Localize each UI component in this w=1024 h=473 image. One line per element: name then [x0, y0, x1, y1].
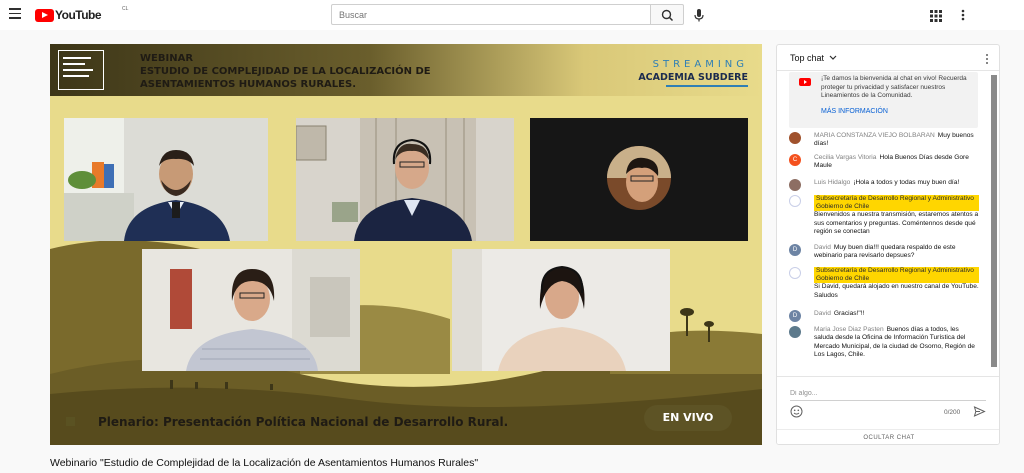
participant-tile-2: [296, 118, 514, 241]
message-text: Si David, quedará alojado en nuestro can…: [814, 283, 979, 299]
live-badge: EN VIVO: [644, 405, 732, 431]
government-logo: [58, 50, 104, 90]
message-author[interactable]: Cecilia Vargas Vitoria: [814, 154, 876, 161]
character-count: 0/200: [944, 409, 961, 416]
academia-label: ACADEMIA SUBDERE: [638, 72, 748, 83]
message-author[interactable]: David: [814, 244, 831, 251]
search-box: [331, 4, 651, 25]
avatar[interactable]: [789, 179, 801, 191]
send-button[interactable]: [973, 405, 986, 418]
more-vert-icon: [986, 54, 988, 64]
participant-tile-3: [530, 118, 748, 241]
video-background-art: [50, 44, 762, 445]
top-chat-dropdown[interactable]: Top chat: [790, 53, 837, 63]
logo-text: YouTube: [55, 8, 102, 22]
avatar[interactable]: [789, 326, 801, 338]
emoji-button[interactable]: [790, 405, 803, 418]
message-text: Muy buen dia!!! quedara respaldo de este…: [814, 244, 956, 260]
avatar[interactable]: [789, 267, 801, 279]
apps-button[interactable]: [930, 9, 942, 22]
academia-underline: [666, 85, 748, 87]
avatar[interactable]: D: [789, 244, 801, 256]
microphone-icon: [694, 9, 704, 22]
message-author[interactable]: Maria Jose Diaz Pasten: [814, 326, 884, 333]
top-chat-label: Top chat: [790, 53, 825, 63]
top-bar: YouTube CL: [0, 0, 1024, 30]
chat-message-highlighted: Subsecretaría de Desarrollo Regional y A…: [789, 267, 979, 300]
webinar-title-line2: ASENTAMIENTOS HUMANOS RURALES.: [140, 79, 357, 90]
chat-message-highlighted: Subsecretaría de Desarrollo Regional y A…: [789, 195, 979, 237]
message-author-highlighted[interactable]: Subsecretaría de Desarrollo Regional y A…: [814, 195, 979, 211]
welcome-text: ¡Te damos la bienvenida al chat en vivo!…: [821, 75, 967, 99]
chat-scrollbar[interactable]: [991, 75, 997, 367]
message-text: ¡Hola a todos y todas muy buen día!: [853, 179, 960, 186]
message-author-highlighted[interactable]: Subsecretaría de Desarrollo Regional y A…: [814, 267, 979, 283]
streaming-label: STREAMING: [652, 59, 748, 70]
more-options-button[interactable]: [958, 8, 968, 22]
video-title: Webinario "Estudio de Complejidad de la …: [50, 457, 479, 469]
microphone-button[interactable]: [690, 6, 708, 24]
message-text: Gracias!"!!: [833, 310, 865, 317]
video-player[interactable]: WEBINAR ESTUDIO DE COMPLEJIDAD DE LA LOC…: [50, 44, 762, 445]
participant-tile-5: [452, 249, 670, 371]
youtube-icon: [799, 78, 811, 86]
more-vert-icon: [961, 9, 965, 21]
message-author[interactable]: David: [814, 310, 831, 317]
message-author[interactable]: MARIA CONSTANZA VIEJO BOLBARAN: [814, 132, 935, 139]
chat-message: MARIA CONSTANZA VIEJO BOLBARAN Muy buenos…: [789, 132, 979, 149]
search-button[interactable]: [650, 4, 684, 25]
chat-message: Maria Jose Diaz Pasten Buenos días a todo…: [789, 326, 979, 360]
avatar[interactable]: [789, 195, 801, 207]
more-info-link[interactable]: MÁS INFORMACIÓN: [821, 108, 888, 115]
participant-tile-4: [142, 249, 360, 371]
emoji-icon: [790, 405, 803, 418]
chat-message: D David Muy buen dia!!! quedara respaldo …: [789, 244, 979, 261]
chat-message: D David Gracias!"!!: [789, 310, 979, 322]
youtube-play-icon: [35, 8, 54, 22]
send-icon: [973, 406, 986, 417]
webinar-title-line1: ESTUDIO DE COMPLEJIDAD DE LA LOCALIZACIÓ…: [140, 66, 431, 77]
chat-message: C Cecilia Vargas Vitoria Hola Buenos Días…: [789, 154, 979, 171]
chat-header: Top chat: [777, 45, 999, 71]
chat-message: Luis Hidalgo ¡Hola a todos y todas muy bu…: [789, 179, 979, 191]
plenario-marker: [66, 417, 75, 426]
chat-menu-button[interactable]: [983, 52, 991, 64]
avatar[interactable]: D: [789, 310, 801, 322]
message-author[interactable]: Luis Hidalgo: [814, 179, 850, 186]
country-code: CL: [122, 6, 129, 12]
webinar-label: WEBINAR: [140, 53, 194, 64]
plenario-text: Plenario: Presentación Política Nacional…: [98, 415, 509, 429]
message-text: Bienvenidos a nuestra transmisión, estar…: [814, 211, 979, 236]
avatar[interactable]: [789, 132, 801, 144]
participant-tile-1: [64, 118, 268, 241]
avatar[interactable]: C: [789, 154, 801, 166]
search-icon: [661, 9, 674, 22]
chat-input[interactable]: [790, 387, 986, 401]
apps-icon: [930, 10, 942, 22]
hide-chat-button[interactable]: OCULTAR CHAT: [777, 429, 999, 444]
chat-input-area: 0/200 OCULTAR CHAT: [777, 376, 999, 444]
search-input[interactable]: [332, 5, 650, 25]
chat-welcome-banner: ¡Te damos la bienvenida al chat en vivo!…: [789, 72, 978, 128]
live-chat-panel: Top chat ¡Te damos la bienvenida al chat…: [776, 44, 1000, 445]
menu-icon[interactable]: [9, 8, 21, 20]
chevron-down-icon: [829, 55, 836, 60]
youtube-logo[interactable]: YouTube CL: [35, 6, 128, 22]
